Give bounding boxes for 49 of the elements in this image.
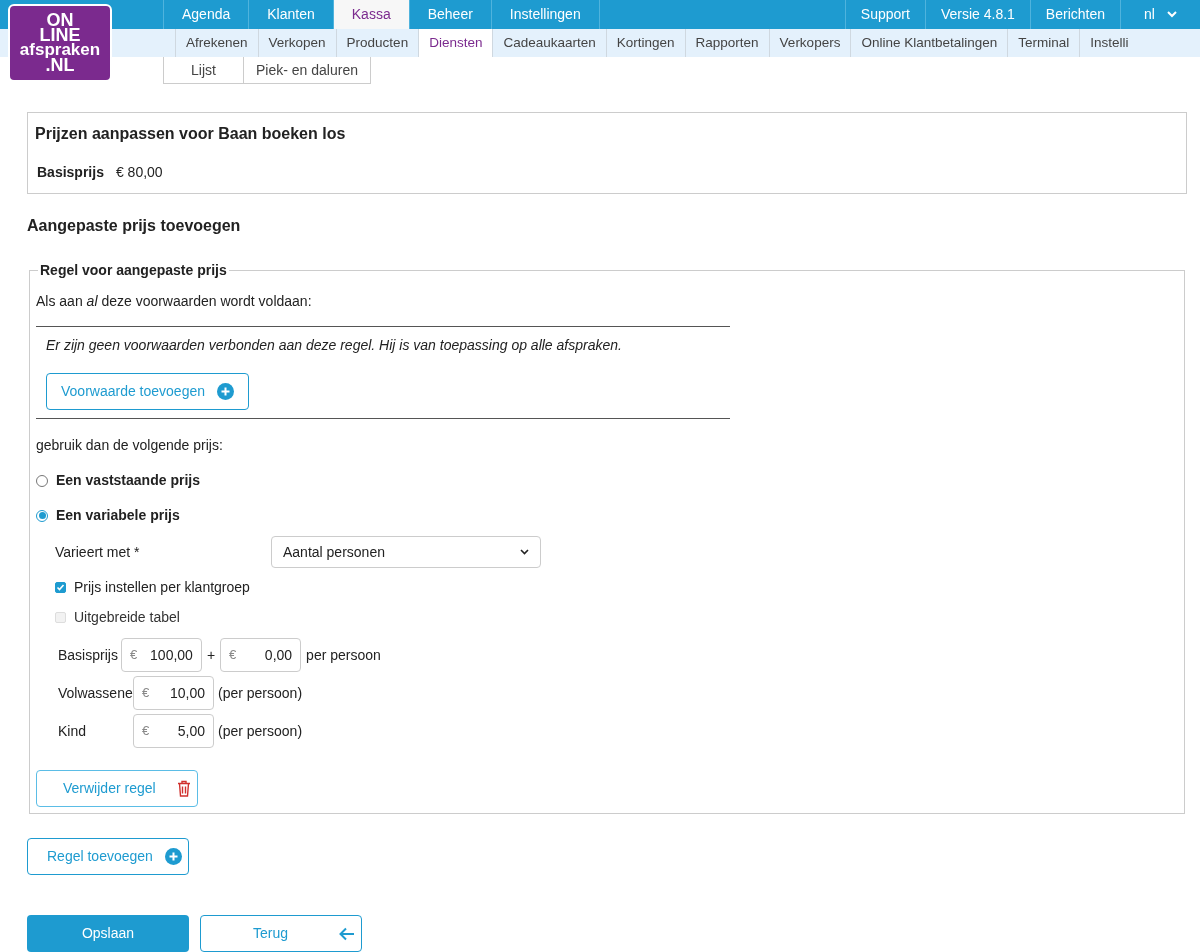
base-price-label: Basisprijs bbox=[37, 163, 104, 182]
condition-intro: Als aan al deze voorwaarden wordt voldaan: bbox=[36, 292, 313, 311]
section-title: Aangepaste prijs toevoegen bbox=[27, 216, 242, 236]
price-input[interactable]: € 0,00 bbox=[220, 638, 302, 672]
card-title: Prijzen aanpassen voor Baan boeken los bbox=[35, 124, 347, 144]
price-input[interactable]: € 100,00 bbox=[120, 638, 202, 672]
checkbox-label: Uitgebreide tabel bbox=[74, 608, 180, 627]
sub-nav-tab[interactable]: Verkopers bbox=[768, 29, 851, 57]
add-icon bbox=[165, 848, 182, 865]
sub-nav-tab[interactable]: Diensten bbox=[418, 29, 493, 57]
logo-text: .NL bbox=[45, 57, 75, 74]
logo-text: afspraken bbox=[19, 43, 101, 58]
trash-icon bbox=[177, 780, 191, 797]
panel-legend: Regel voor aangepaste prijs bbox=[38, 260, 229, 281]
sub-nav-tab[interactable]: Lijst bbox=[163, 57, 244, 84]
checkbox-label: Prijs instellen per klantgroep bbox=[74, 578, 250, 597]
base-price-value: € 80,00 bbox=[115, 163, 163, 182]
varies-select[interactable]: Aantal personen bbox=[271, 536, 541, 568]
logo[interactable]: ON LINE afspraken .NL bbox=[8, 4, 112, 82]
sub-nav-tab[interactable]: Rapporten bbox=[684, 29, 769, 57]
add-icon bbox=[217, 383, 234, 400]
checkbox[interactable] bbox=[55, 582, 66, 593]
unit-text: per persoon bbox=[306, 645, 381, 665]
chevron-down-icon bbox=[520, 549, 529, 555]
nav-tab[interactable]: Kassa bbox=[332, 0, 409, 29]
plus-sign: + bbox=[205, 645, 217, 665]
arrow-left-icon bbox=[339, 926, 355, 941]
field-label: Kind bbox=[58, 721, 88, 741]
logo-text: LINE bbox=[39, 28, 81, 44]
no-conditions-text: Er zijn geen voorwaarden verbonden aan deze regel. Hij is van toepassing op alle afspraken. bbox=[46, 336, 623, 355]
field-label: Varieert met * bbox=[55, 543, 141, 562]
sub-nav-tab[interactable]: Afrekenen bbox=[175, 29, 258, 57]
sub-nav-tab[interactable]: Verkopen bbox=[257, 29, 336, 57]
radio-label: Een variabele prijs bbox=[56, 506, 180, 525]
sub-nav-tab[interactable]: Online Klantbetalingen bbox=[850, 29, 1008, 57]
unit-text: (per persoon) bbox=[218, 683, 303, 703]
unit-text: (per persoon) bbox=[218, 721, 303, 741]
logo-text: ON bbox=[46, 12, 74, 29]
field-label: Basisprijs bbox=[58, 645, 118, 665]
sub-nav-tab[interactable]: Cadeaukaarten bbox=[492, 29, 606, 57]
radio-label: Een vaststaande prijs bbox=[56, 471, 200, 490]
sub-nav-tab[interactable]: Piek- en daluren bbox=[244, 57, 371, 84]
sub-nav-tab[interactable]: Terminal bbox=[1007, 29, 1080, 57]
sub-nav-tab[interactable]: Instelli bbox=[1079, 29, 1139, 57]
chevron-down-icon bbox=[1166, 11, 1177, 18]
then-text: gebruik dan de volgende prijs: bbox=[36, 436, 224, 455]
price-input[interactable]: € 10,00 bbox=[133, 676, 214, 710]
price-input[interactable]: € 5,00 bbox=[133, 714, 214, 748]
sub-nav-tab[interactable]: Kortingen bbox=[605, 29, 685, 57]
